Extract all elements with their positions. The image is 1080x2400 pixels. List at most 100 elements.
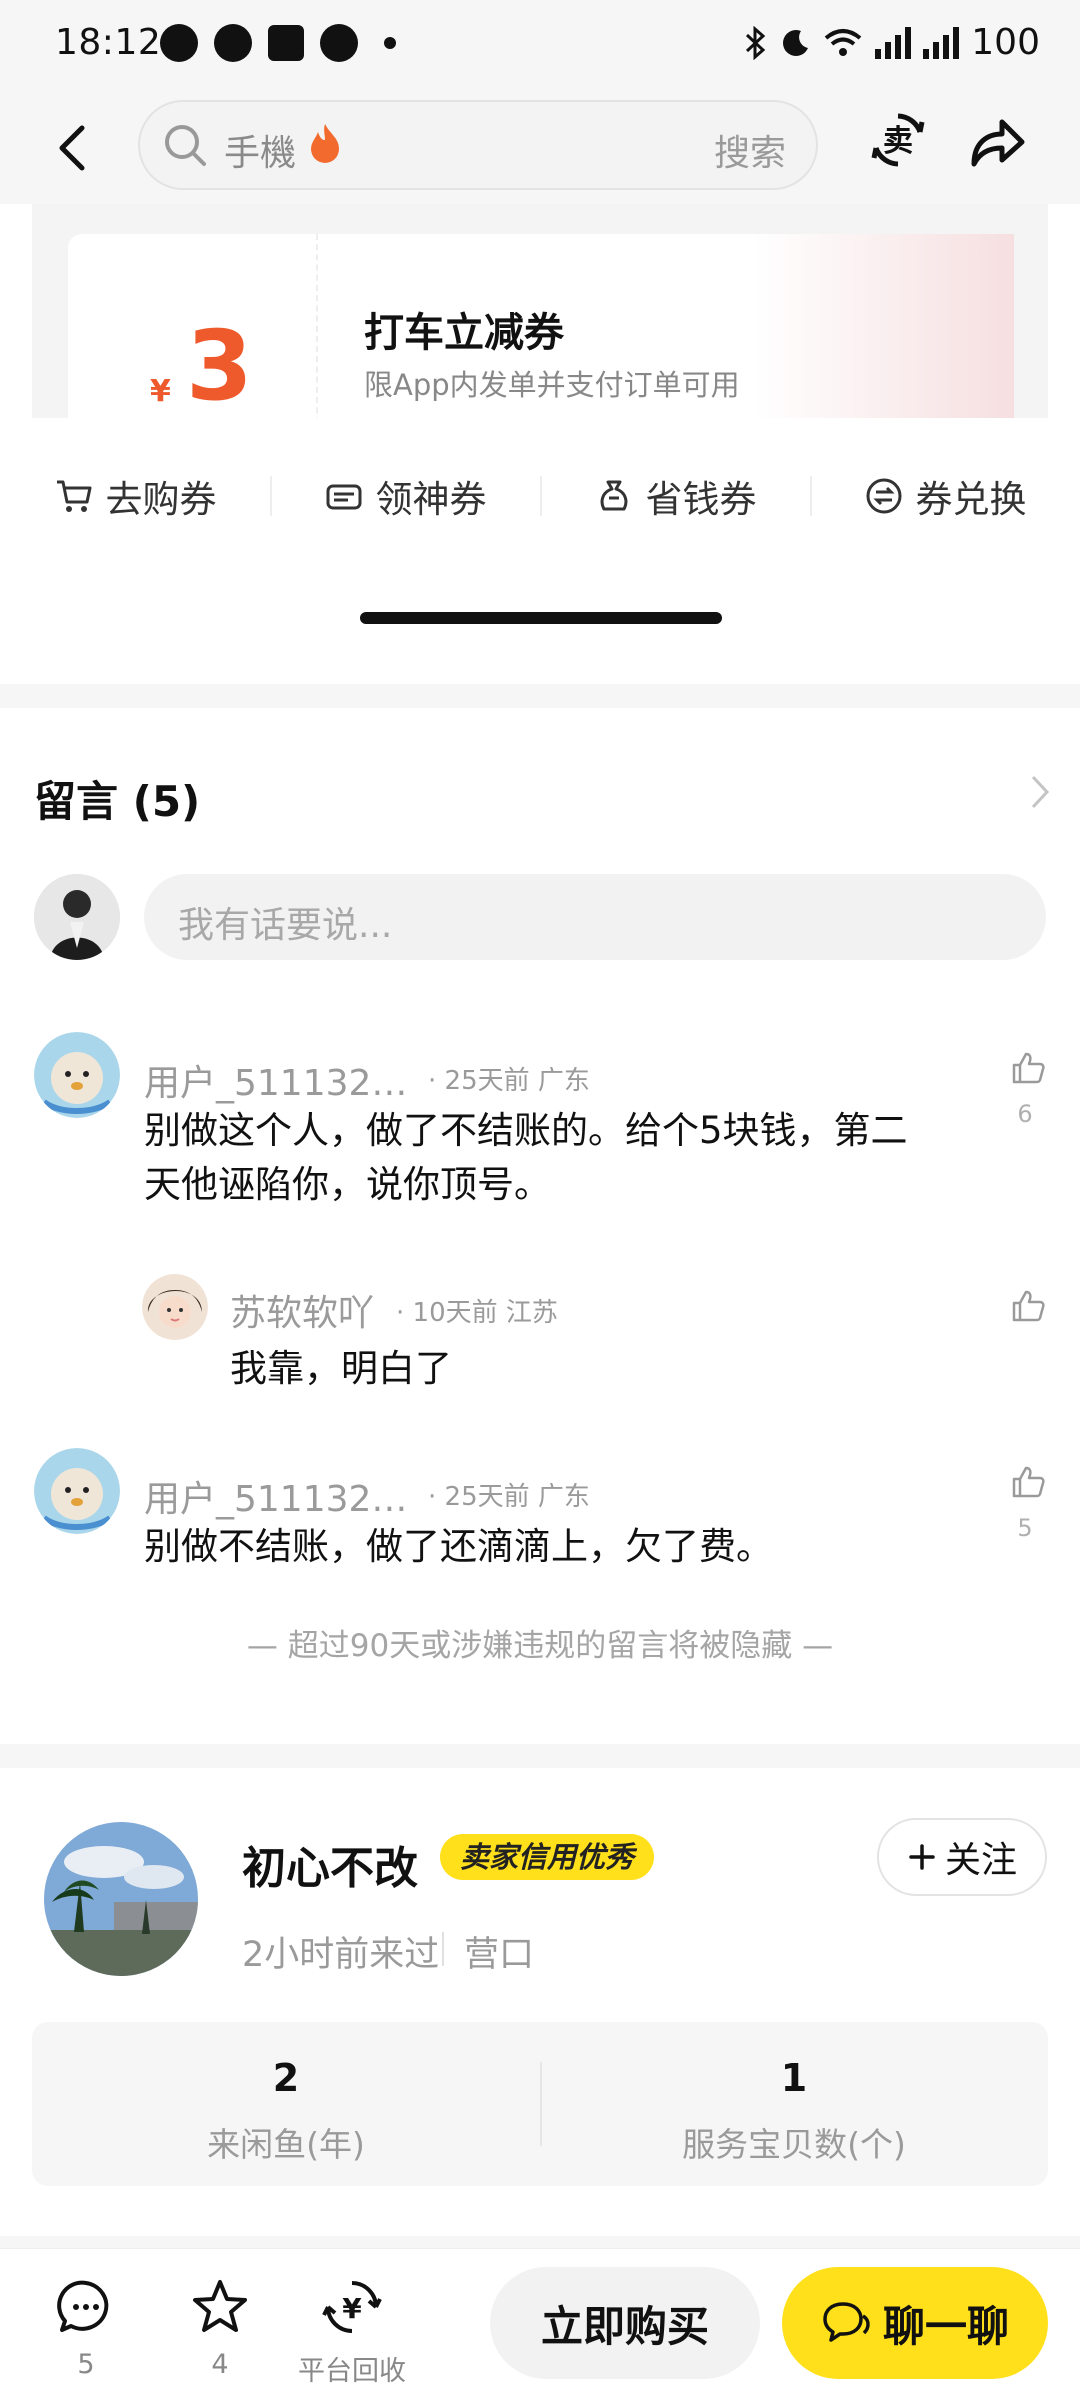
svg-text:卖: 卖 xyxy=(883,124,913,159)
commenter-avatar[interactable] xyxy=(34,1448,120,1534)
coupon-tab-buy[interactable]: 去购券 xyxy=(0,456,270,536)
coupon-tab-exchange[interactable]: 券兑换 xyxy=(810,456,1080,536)
seller-name[interactable]: 初心不改 xyxy=(242,1832,418,1896)
moon-icon xyxy=(783,29,809,56)
comments-hidden-note: — 超过90天或涉嫌违规的留言将被隐藏 — xyxy=(246,1628,834,1664)
coupon-card-frame: ¥ 3 打车立减券 限App内发单并支付订单可用 xyxy=(32,204,1048,418)
message-notification-icon xyxy=(320,24,358,62)
bottom-action-bar: 5 4 ¥ 平台回收 立即购买 聊一聊 xyxy=(0,2248,1080,2400)
comment-meta: · 25天前 广东 xyxy=(428,1066,590,1096)
comments-title: 留言 (5) xyxy=(34,777,201,826)
commenter-avatar[interactable] xyxy=(142,1274,208,1340)
search-icon xyxy=(165,125,206,166)
back-icon[interactable] xyxy=(50,120,100,176)
search-button[interactable]: 搜索 xyxy=(714,124,786,176)
stat-value: 2 xyxy=(272,2056,300,2100)
coupon-title: 打车立减券 xyxy=(364,310,564,356)
divider xyxy=(442,1932,444,1966)
seller-avatar[interactable] xyxy=(44,1822,198,1976)
share-icon[interactable] xyxy=(966,114,1026,170)
notification-icons xyxy=(160,24,396,62)
comment-meta: · 10天前 江苏 xyxy=(396,1298,558,1328)
signal-icon-1 xyxy=(875,26,912,59)
chevron-right-icon[interactable] xyxy=(1028,772,1052,812)
commenter-name[interactable]: 用户_511132… xyxy=(144,1054,407,1106)
stat-label: 来闲鱼(年) xyxy=(207,2125,365,2164)
status-time: 18:12 xyxy=(55,22,162,63)
favorite-count: 4 xyxy=(211,2349,229,2380)
coupon-amount: 3 xyxy=(186,310,253,418)
like-count: 5 xyxy=(1017,1514,1033,1542)
bluetooth-icon xyxy=(746,25,766,60)
commenter-name[interactable]: 用户_511132… xyxy=(144,1470,407,1522)
seller-stats: 2 来闲鱼(年) 1 服务宝贝数(个) xyxy=(32,2022,1048,2186)
coupon-tab-get[interactable]: 领神券 xyxy=(270,456,540,536)
stat-value: 1 xyxy=(780,2056,808,2100)
signal-icon-2 xyxy=(923,26,960,59)
comment-input[interactable]: 我有话要说... xyxy=(144,874,1046,960)
coupon-tab-label: 去购券 xyxy=(105,478,217,521)
coupon-card[interactable]: ¥ 3 打车立减券 限App内发单并支付订单可用 xyxy=(68,234,1014,418)
comment-icon[interactable] xyxy=(56,2277,116,2337)
like-icon[interactable] xyxy=(1010,1288,1046,1324)
seller-last-visit: 2小时前来过 xyxy=(242,1935,440,1975)
coupon-tab-label: 领神券 xyxy=(375,478,487,521)
status-right: 100 xyxy=(743,22,1040,63)
like-icon[interactable] xyxy=(1010,1464,1046,1500)
plus-icon xyxy=(909,1844,935,1870)
news-notification-icon xyxy=(268,25,304,61)
coupon-tab-label: 省钱券 xyxy=(645,478,757,521)
fire-icon xyxy=(311,124,339,163)
coupon-tabs: 去购券 领神券 省钱券 券兑换 xyxy=(0,456,1080,536)
like-icon[interactable] xyxy=(1010,1050,1046,1086)
coupon-desc: 限App内发单并支付订单可用 xyxy=(364,368,740,402)
follow-label: 关注 xyxy=(944,1840,1017,1881)
money-bag-icon xyxy=(600,480,627,511)
follow-button[interactable]: 关注 xyxy=(877,1818,1047,1896)
top-nav: 手機 搜索 卖 xyxy=(0,92,1080,204)
recycle-label: 平台回收 xyxy=(298,2356,406,2387)
more-notifications-icon xyxy=(384,37,396,49)
wifi-icon xyxy=(825,28,862,56)
like-count: 6 xyxy=(1017,1100,1033,1128)
comment-count: 5 xyxy=(77,2349,95,2380)
chat-button[interactable]: 聊一聊 xyxy=(782,2267,1048,2379)
chat-bubble-icon xyxy=(823,2302,870,2342)
battery-level: 100 xyxy=(971,22,1040,63)
comment-item: 用户_511132… · 25天前 广东 别做不结账，做了还滴滴上，欠了费。 5 xyxy=(0,1448,1080,1588)
comment-reply: 苏软软吖 · 10天前 江苏 我靠，明白了 xyxy=(0,1274,1080,1394)
comment-meta: · 25天前 广东 xyxy=(428,1482,590,1512)
comment-text: 别做这个人，做了不结账的。给个5块钱，第二天他诬陷你，说你顶号。 xyxy=(144,1109,908,1206)
my-avatar xyxy=(34,874,120,960)
search-bar[interactable]: 手機 搜索 xyxy=(138,100,818,190)
comments-section: 留言 (5) 我有话要说... 用户_511132… · 25天前 广东 别做这… xyxy=(0,708,1080,1744)
coupon-tab-save[interactable]: 省钱券 xyxy=(540,456,810,536)
commenter-name[interactable]: 苏软软吖 xyxy=(230,1284,374,1336)
chat-label: 聊一聊 xyxy=(882,2301,1009,2351)
stat-label: 服务宝贝数(个) xyxy=(682,2125,906,2164)
search-input[interactable]: 手機 xyxy=(224,124,296,176)
stat-years: 2 来闲鱼(年) xyxy=(32,2022,540,2186)
commenter-avatar[interactable] xyxy=(34,1032,120,1118)
comment-item: 用户_511132… · 25天前 广东 别做这个人，做了不结账的。给个5块钱，… xyxy=(0,1032,1080,1232)
seller-card: 初心不改 卖家信用优秀 关注 2小时前来过 营口 2 来闲鱼(年) 1 服务宝贝… xyxy=(0,1768,1080,2236)
comment-text: 别做不结账，做了还滴滴上，欠了费。 xyxy=(144,1525,773,1568)
stat-services: 1 服务宝贝数(个) xyxy=(540,2022,1048,2186)
coupon-tab-label: 券兑换 xyxy=(915,478,1027,521)
svg-text:¥: ¥ xyxy=(342,2292,362,2325)
coupon-currency: ¥ xyxy=(150,374,171,409)
app-notification-icon xyxy=(160,24,198,62)
coupon-card-fade xyxy=(754,234,1014,418)
exchange-icon xyxy=(866,478,901,514)
ticket-icon xyxy=(326,484,361,510)
sell-icon[interactable]: 卖 xyxy=(868,110,928,170)
status-bar: 18:12 100 xyxy=(0,0,1080,92)
seller-location: 营口 xyxy=(464,1935,535,1975)
credit-badge: 卖家信用优秀 xyxy=(440,1834,655,1880)
cart-icon xyxy=(56,480,91,512)
recycle-icon[interactable]: ¥ xyxy=(322,2277,382,2337)
scroll-indicator xyxy=(360,612,722,624)
star-icon[interactable] xyxy=(190,2277,250,2337)
coupon-section: ¥ 3 打车立减券 限App内发单并支付订单可用 去购券 领神券 省钱券 券兑换 xyxy=(0,204,1080,684)
buy-now-button[interactable]: 立即购买 xyxy=(490,2267,760,2379)
